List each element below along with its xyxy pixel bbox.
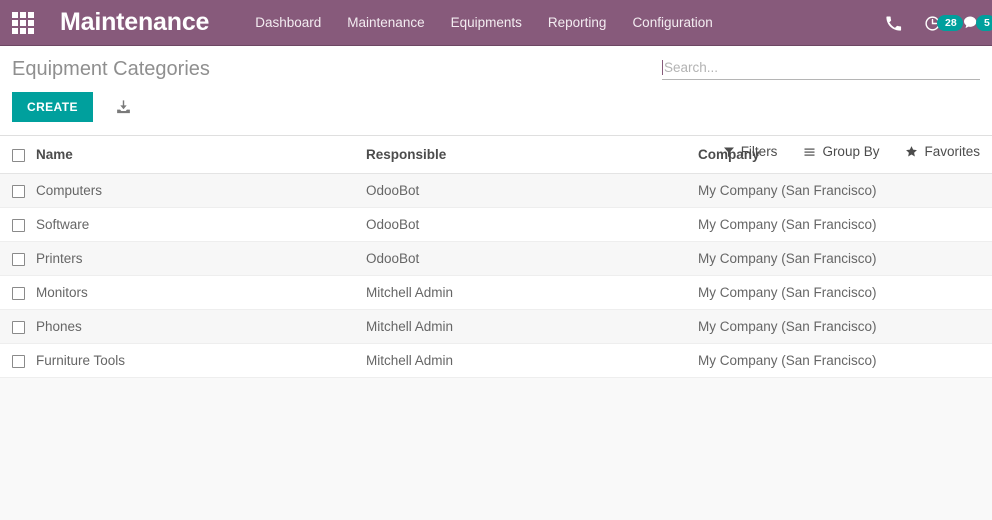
menu-item-equipments[interactable]: Equipments bbox=[451, 15, 522, 30]
cell-responsible: Mitchell Admin bbox=[366, 275, 698, 310]
phone-button[interactable] bbox=[885, 15, 902, 32]
select-all-header bbox=[0, 136, 36, 174]
create-button[interactable]: CREATE bbox=[12, 92, 93, 122]
search-view[interactable] bbox=[662, 60, 980, 80]
table-row[interactable]: Furniture Tools Mitchell Admin My Compan… bbox=[0, 343, 992, 378]
cell-company: My Company (San Francisco) bbox=[698, 207, 992, 242]
cell-responsible: OdooBot bbox=[366, 207, 698, 242]
import-upload-icon bbox=[116, 99, 130, 113]
table-row[interactable]: Computers OdooBot My Company (San Franci… bbox=[0, 173, 992, 208]
table-row[interactable]: Monitors Mitchell Admin My Company (San … bbox=[0, 275, 992, 310]
cell-responsible: Mitchell Admin bbox=[366, 309, 698, 344]
cell-company: My Company (San Francisco) bbox=[698, 343, 992, 378]
systray: 28 5 bbox=[885, 0, 992, 46]
star-icon bbox=[906, 146, 918, 157]
import-button[interactable] bbox=[115, 99, 132, 116]
cell-name: Printers bbox=[36, 241, 366, 276]
menu-item-maintenance[interactable]: Maintenance bbox=[347, 15, 424, 30]
column-header-responsible[interactable]: Responsible bbox=[366, 136, 698, 174]
search-options-bar: Filters Group By Favorites bbox=[723, 144, 980, 159]
phone-icon bbox=[886, 16, 902, 31]
select-all-checkbox[interactable] bbox=[12, 148, 25, 162]
search-caret bbox=[662, 60, 663, 75]
groupby-label: Group By bbox=[822, 144, 880, 159]
favorites-label: Favorites bbox=[924, 144, 980, 159]
apps-grid-icon bbox=[12, 11, 34, 34]
row-select-cell bbox=[0, 207, 36, 242]
row-select-cell bbox=[0, 309, 36, 344]
cell-name: Software bbox=[36, 207, 366, 242]
cell-responsible: Mitchell Admin bbox=[366, 343, 698, 378]
row-checkbox[interactable] bbox=[12, 218, 25, 232]
cell-company: My Company (San Francisco) bbox=[698, 309, 992, 344]
row-select-cell bbox=[0, 275, 36, 310]
hamburger-lines-icon bbox=[804, 148, 815, 156]
row-checkbox[interactable] bbox=[12, 320, 25, 334]
cell-name: Furniture Tools bbox=[36, 343, 366, 378]
row-checkbox[interactable] bbox=[12, 286, 25, 300]
top-navbar: Maintenance Dashboard Maintenance Equipm… bbox=[0, 0, 992, 46]
menu-item-dashboard[interactable]: Dashboard bbox=[255, 15, 321, 30]
row-select-cell bbox=[0, 343, 36, 378]
list-view: Name Responsible Company Computers OdooB… bbox=[0, 136, 992, 378]
app-brand-title[interactable]: Maintenance bbox=[60, 8, 209, 37]
table-row[interactable]: Software OdooBot My Company (San Francis… bbox=[0, 207, 992, 242]
cell-responsible: OdooBot bbox=[366, 241, 698, 276]
search-input[interactable] bbox=[664, 60, 980, 75]
funnel-icon bbox=[723, 147, 734, 157]
page-title: Equipment Categories bbox=[12, 58, 210, 80]
control-panel: Equipment Categories CREATE Filters bbox=[0, 46, 992, 159]
row-checkbox[interactable] bbox=[12, 184, 25, 198]
cell-name: Monitors bbox=[36, 275, 366, 310]
favorites-dropdown[interactable]: Favorites bbox=[905, 144, 980, 159]
filters-label: Filters bbox=[740, 144, 778, 159]
apps-menu-button[interactable] bbox=[0, 0, 46, 46]
activity-count-badge: 28 bbox=[937, 14, 963, 31]
table-body: Computers OdooBot My Company (San Franci… bbox=[0, 173, 992, 378]
column-header-name[interactable]: Name bbox=[36, 136, 366, 174]
activity-menu-button[interactable]: 28 bbox=[924, 14, 963, 32]
cell-responsible: OdooBot bbox=[366, 173, 698, 208]
row-checkbox[interactable] bbox=[12, 354, 25, 368]
table-row[interactable]: Printers OdooBot My Company (San Francis… bbox=[0, 241, 992, 276]
table-row[interactable]: Phones Mitchell Admin My Company (San Fr… bbox=[0, 309, 992, 344]
main-menu: Dashboard Maintenance Equipments Reporti… bbox=[255, 15, 713, 30]
row-select-cell bbox=[0, 173, 36, 208]
row-checkbox[interactable] bbox=[12, 252, 25, 266]
groupby-dropdown[interactable]: Group By bbox=[803, 144, 879, 159]
cell-name: Phones bbox=[36, 309, 366, 344]
messages-menu-button[interactable]: 5 bbox=[963, 14, 992, 32]
row-select-cell bbox=[0, 241, 36, 276]
cell-company: My Company (San Francisco) bbox=[698, 241, 992, 276]
empty-area bbox=[0, 378, 992, 518]
filters-dropdown[interactable]: Filters bbox=[723, 144, 778, 159]
equipment-categories-table: Name Responsible Company Computers OdooB… bbox=[0, 136, 992, 378]
cell-company: My Company (San Francisco) bbox=[698, 275, 992, 310]
cell-name: Computers bbox=[36, 173, 366, 208]
messages-count-badge: 5 bbox=[976, 14, 992, 31]
menu-item-configuration[interactable]: Configuration bbox=[632, 15, 712, 30]
menu-item-reporting[interactable]: Reporting bbox=[548, 15, 607, 30]
cell-company: My Company (San Francisco) bbox=[698, 173, 992, 208]
